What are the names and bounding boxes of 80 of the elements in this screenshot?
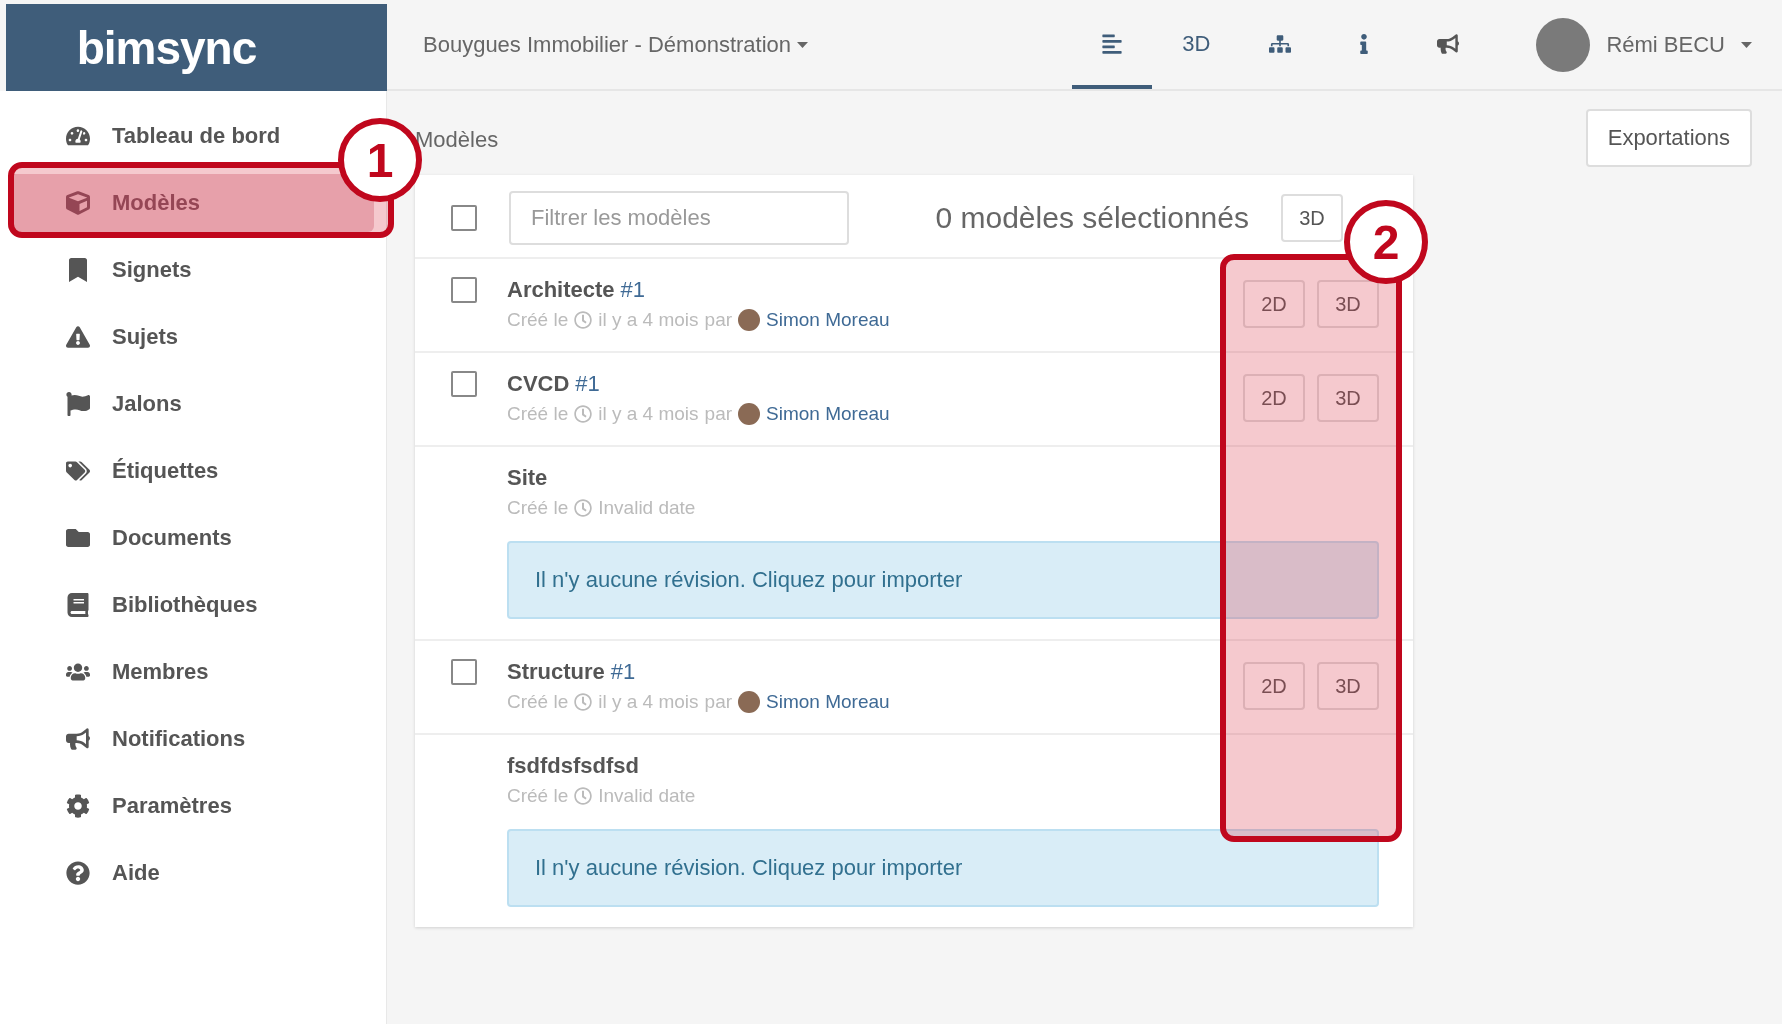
revision-link[interactable]: #1 <box>575 371 600 397</box>
user-menu[interactable]: Rémi BECU <box>1530 16 1758 73</box>
model-name: Structure <box>507 659 605 685</box>
tags-icon <box>66 459 90 483</box>
folder-icon <box>66 526 90 550</box>
view-button[interactable]: 3D <box>1317 374 1379 422</box>
view-button[interactable]: 2D <box>1243 374 1305 422</box>
revision-link[interactable]: #1 <box>610 659 636 685</box>
clock-icon <box>574 787 593 805</box>
created-label: Créé le <box>507 309 569 331</box>
model-name: Site <box>507 465 548 491</box>
help-icon <box>66 861 90 885</box>
sidebar-item[interactable]: Étiquettes <box>8 442 229 500</box>
book-icon <box>66 593 90 617</box>
clock-icon <box>574 693 593 711</box>
sidebar-item[interactable]: Membres <box>8 643 219 701</box>
view-button[interactable]: 3D <box>1317 280 1379 328</box>
sidebar-item[interactable]: Notifications <box>8 710 256 768</box>
by-label: par <box>704 309 733 331</box>
sidebar-item[interactable]: Jalons <box>8 375 192 433</box>
created-label: Créé le <box>507 691 569 713</box>
author-link[interactable]: Simon Moreau <box>766 403 890 425</box>
created-time: Invalid date <box>598 497 696 519</box>
sidebar-item[interactable]: Aide <box>8 844 170 902</box>
filter-field[interactable]: Filtrer les modèles <box>509 191 849 245</box>
breadcrumb: Modèles <box>415 127 499 153</box>
warning-icon <box>66 325 90 349</box>
megaphone-icon <box>66 727 90 751</box>
bimsync-logo[interactable]: bimsync <box>6 4 387 91</box>
revision-link[interactable]: #1 <box>620 277 646 303</box>
clock-icon <box>574 499 593 517</box>
by-label: par <box>704 403 733 425</box>
import-notice[interactable]: Il n'y aucune révision. Cliquez pour importer <box>507 829 1379 907</box>
created-time: il y a 4 mois <box>598 309 699 331</box>
project-dropdown[interactable]: Bouygues Immobilier - Démonstration <box>417 30 815 59</box>
created-time: il y a 4 mois <box>598 403 699 425</box>
caret-icon <box>1741 41 1752 48</box>
author-avatar <box>738 309 761 331</box>
view-button[interactable]: 3D <box>1317 662 1379 710</box>
author-avatar <box>738 403 761 425</box>
model-name: CVCD <box>507 371 570 397</box>
model-name: fsdfdsfsdfsd <box>507 753 639 779</box>
clock-icon <box>574 405 593 423</box>
model-checkbox[interactable] <box>451 277 477 303</box>
import-notice[interactable]: Il n'y aucune révision. Cliquez pour importer <box>507 541 1379 619</box>
sidebar-item[interactable]: Signets <box>8 241 202 299</box>
nav-tab[interactable]: 3D <box>1156 0 1237 89</box>
created-label: Créé le <box>507 497 569 519</box>
view-3d-button[interactable]: 3D <box>1281 194 1343 242</box>
sidebar-item[interactable]: Sujets <box>8 308 189 366</box>
list-icon <box>1101 33 1124 55</box>
author-link[interactable]: Simon Moreau <box>766 691 890 713</box>
flag-icon <box>66 392 90 416</box>
caret-icon <box>797 41 809 48</box>
model-name: Architecte <box>507 277 615 303</box>
select-all-checkbox[interactable] <box>451 205 477 231</box>
sidebar-item[interactable]: Bibliothèques <box>8 576 268 634</box>
model-checkbox[interactable] <box>451 371 477 397</box>
sidebar-item[interactable]: Paramètres <box>8 777 242 835</box>
author-link[interactable]: Simon Moreau <box>766 309 890 331</box>
exportations-button[interactable]: Exportations <box>1585 109 1752 167</box>
clock-icon <box>574 311 593 329</box>
sidebar-item[interactable]: Tableau de bord <box>8 107 291 165</box>
view-button[interactable]: 2D <box>1243 280 1305 328</box>
sidebar-item[interactable]: Documents <box>8 509 242 567</box>
view-button[interactable]: 2D <box>1243 662 1305 710</box>
bookmark-icon <box>66 258 90 282</box>
created-label: Créé le <box>507 403 569 425</box>
cube-icon <box>66 191 90 215</box>
settings-icon <box>66 794 90 818</box>
author-avatar <box>738 691 761 713</box>
dashboard-icon <box>66 124 90 148</box>
megaphone-icon <box>1437 33 1460 55</box>
by-label: par <box>704 691 733 713</box>
selection-count: 0 modèles sélectionnés <box>935 201 1249 235</box>
created-label: Créé le <box>507 785 569 807</box>
model-checkbox[interactable] <box>451 659 477 685</box>
created-time: il y a 4 mois <box>598 691 699 713</box>
created-time: Invalid date <box>598 785 696 807</box>
tree-icon <box>1269 33 1292 55</box>
